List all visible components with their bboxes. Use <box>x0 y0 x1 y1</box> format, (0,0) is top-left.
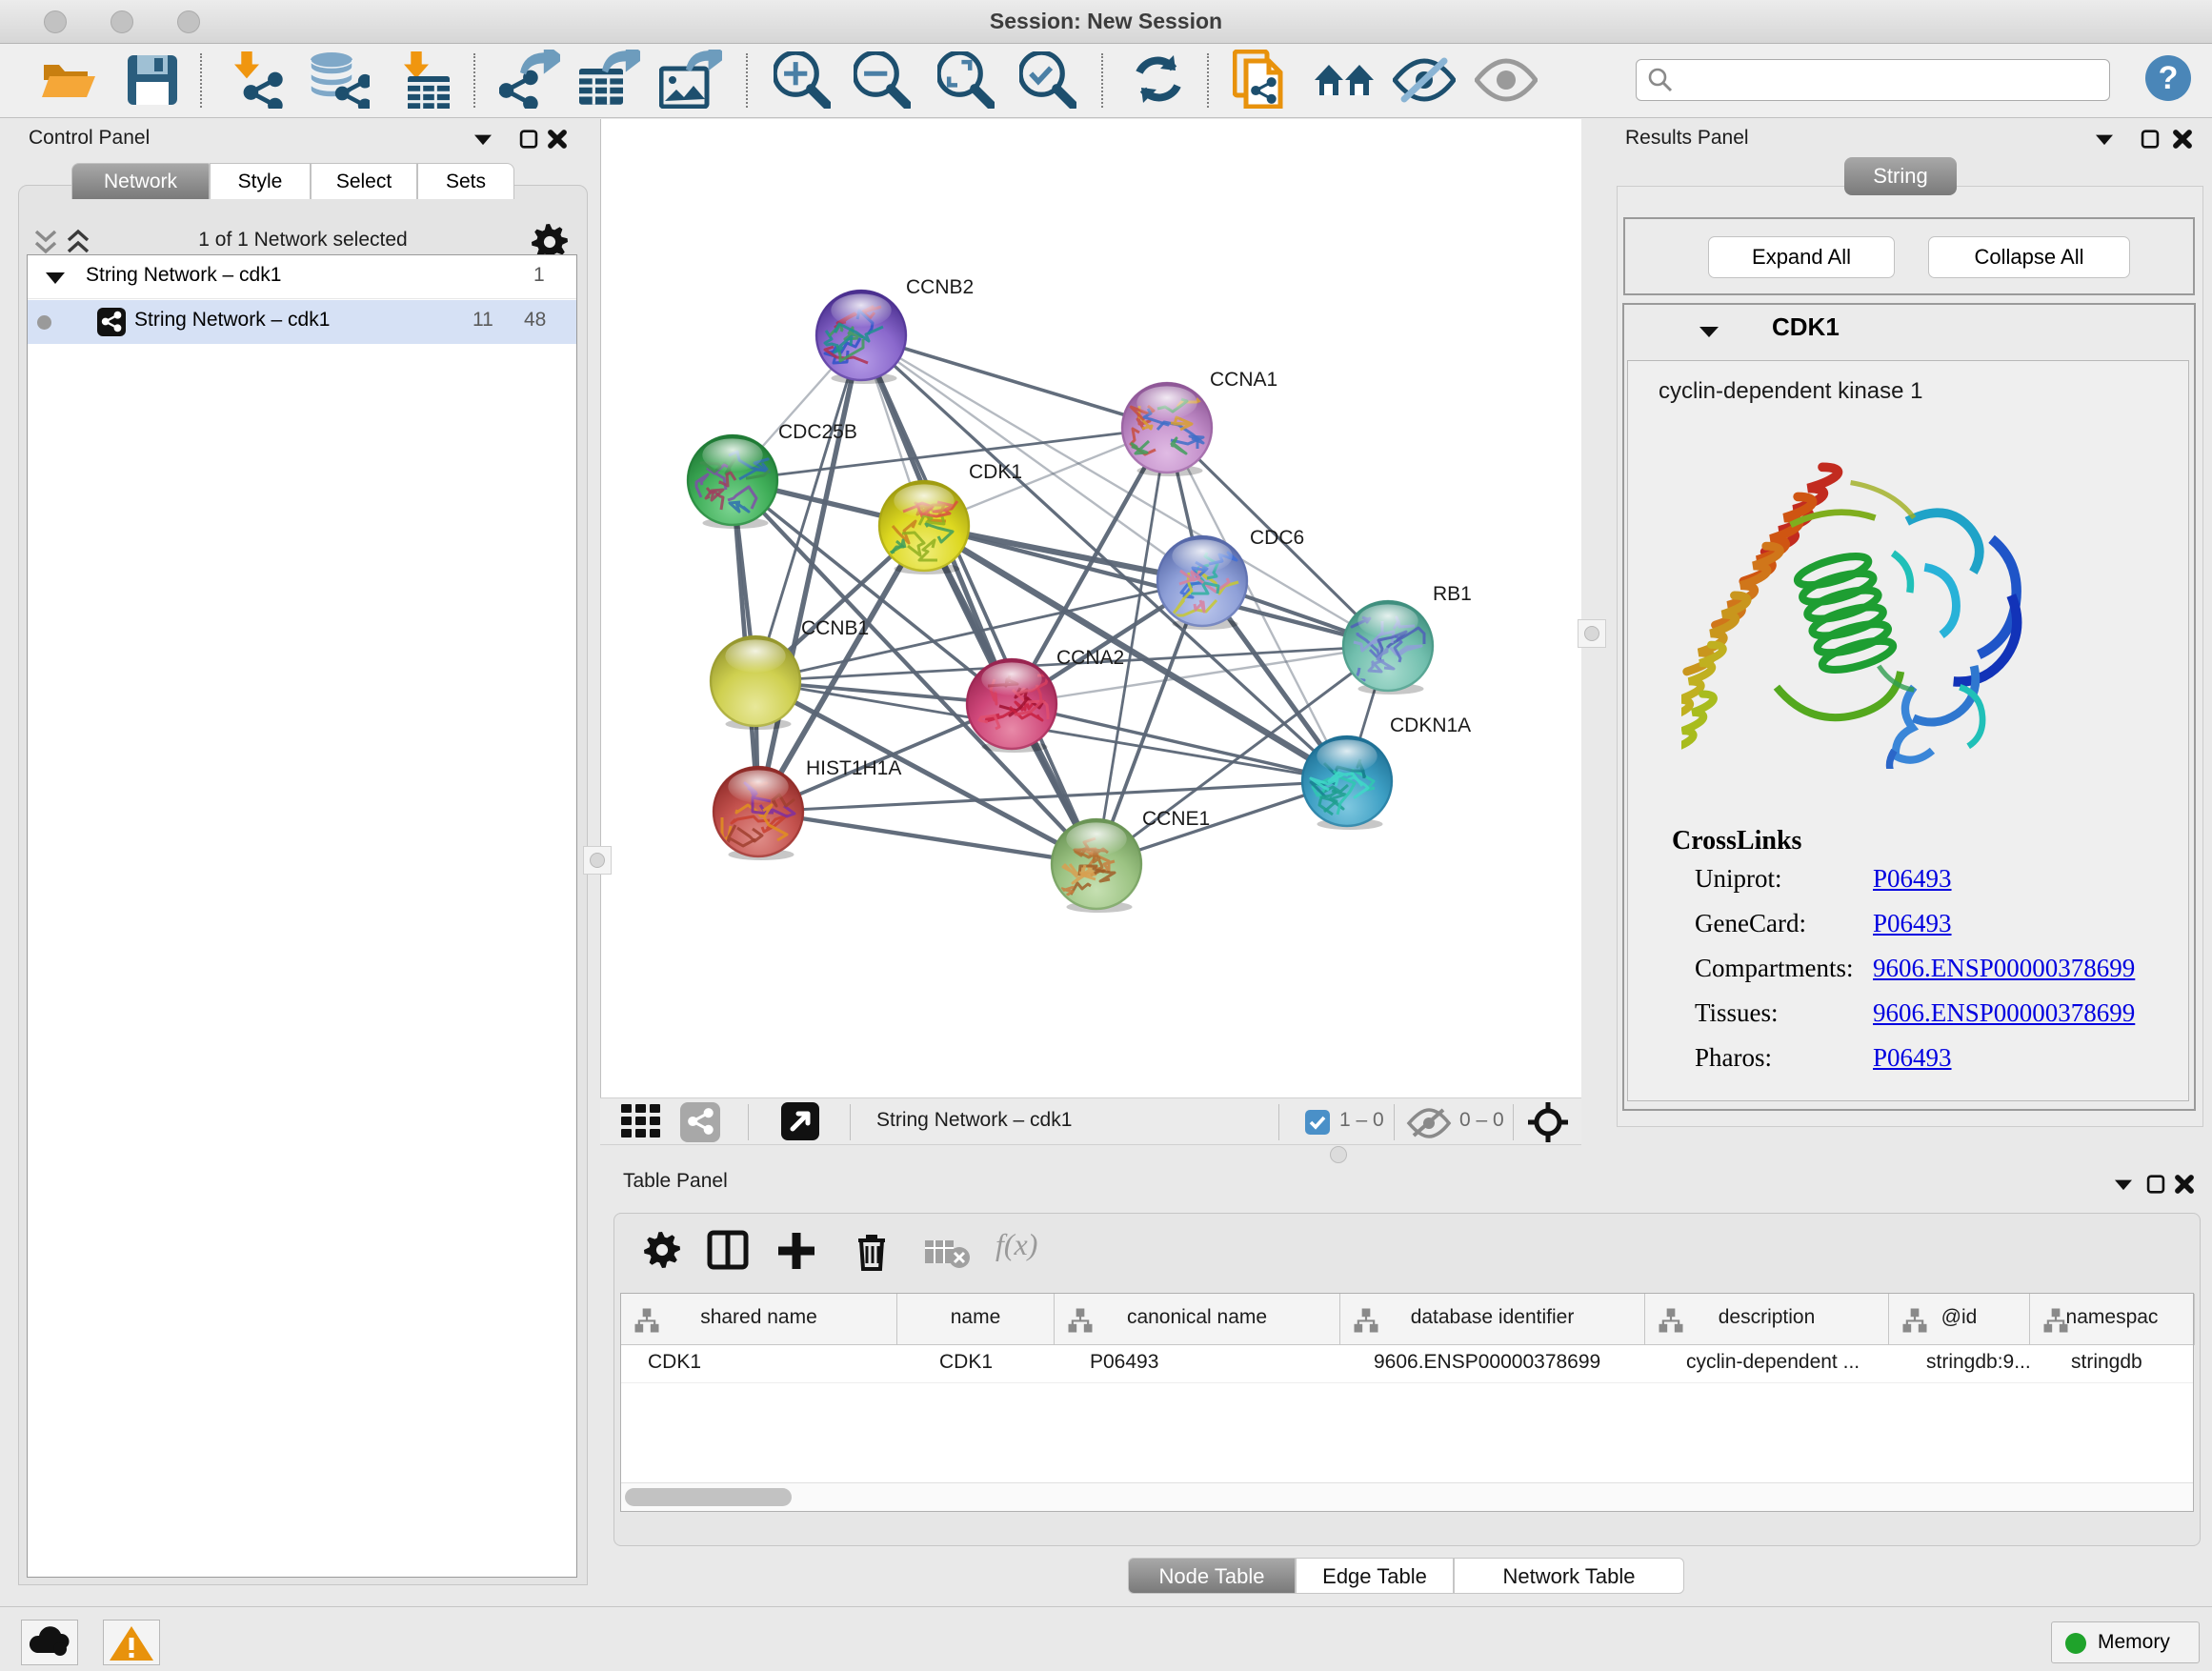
svg-text:HIST1H1A: HIST1H1A <box>806 757 901 779</box>
svg-text:RB1: RB1 <box>1433 583 1472 605</box>
svg-text:CDC6: CDC6 <box>1250 527 1304 549</box>
svg-text:CCNE1: CCNE1 <box>1142 808 1210 830</box>
svg-text:CDKN1A: CDKN1A <box>1390 715 1471 736</box>
svg-text:CDK1: CDK1 <box>969 461 1022 483</box>
svg-text:CCNA1: CCNA1 <box>1210 369 1277 391</box>
svg-text:CCNB2: CCNB2 <box>906 276 974 298</box>
svg-text:CCNA2: CCNA2 <box>1056 647 1124 669</box>
svg-text:CCNB1: CCNB1 <box>801 617 869 639</box>
svg-text:CDC25B: CDC25B <box>778 421 857 443</box>
